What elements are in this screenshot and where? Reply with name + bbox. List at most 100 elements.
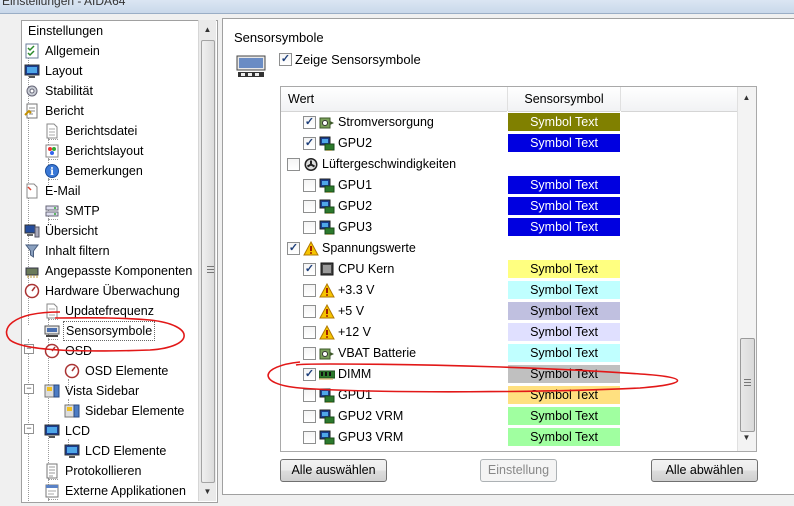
log-icon <box>44 463 60 479</box>
sensor-label: VBAT Batterie <box>338 346 417 360</box>
sensor-label: GPU3 <box>338 220 373 234</box>
tree-scroll-thumb[interactable] <box>201 40 215 483</box>
sensor-checkbox[interactable] <box>303 200 316 213</box>
warning-icon <box>319 324 335 340</box>
sensor-row[interactable]: GPU3 Symbol Text <box>281 217 737 238</box>
gpu-icon <box>319 409 335 424</box>
sensor-symbol-preview[interactable]: Symbol Text <box>508 344 620 362</box>
sensor-label: GPU3 VRM <box>338 430 404 444</box>
sensor-checkbox[interactable] <box>303 347 316 360</box>
sensor-symbol-preview[interactable]: Symbol Text <box>508 197 620 215</box>
sensor-row[interactable]: ✓ CPU Kern Symbol Text <box>281 259 737 280</box>
sensor-list-scroll-thumb[interactable] <box>740 338 755 432</box>
column-header-value[interactable]: Wert <box>281 87 507 112</box>
sensor-label: CPU Kern <box>338 262 395 276</box>
sensor-checkbox[interactable]: ✓ <box>303 116 316 129</box>
column-header-symbol[interactable]: Sensorsymbol <box>508 87 620 112</box>
sensor-label: Spannungswerte <box>322 241 416 255</box>
sensor-label: Stromversorgung <box>338 115 434 129</box>
vista-sidebar-collapse-toggle[interactable]: − <box>24 384 34 394</box>
gauge-icon <box>44 343 60 359</box>
scroll-up-icon[interactable]: ▲ <box>738 90 755 106</box>
palette-icon <box>44 143 60 159</box>
sensor-symbol-preview[interactable]: Symbol Text <box>508 428 620 446</box>
sensor-label: GPU2 <box>338 136 373 150</box>
sensor-symbol-preview[interactable]: Symbol Text <box>508 260 620 278</box>
sidebar-icon <box>64 403 80 419</box>
sensor-checkbox[interactable]: ✓ <box>303 368 316 381</box>
sensor-checkbox[interactable] <box>303 326 316 339</box>
sensor-row[interactable]: ✓ DIMM Symbol Text <box>281 364 737 385</box>
sensor-row[interactable]: Lüftergeschwindigkeiten <box>281 154 737 175</box>
sensor-symbol-preview[interactable]: Symbol Text <box>508 113 620 131</box>
app-icon <box>44 483 60 499</box>
computer-icon <box>24 223 40 239</box>
sensor-checkbox[interactable] <box>303 389 316 402</box>
sensor-symbol-preview[interactable]: Symbol Text <box>508 134 620 152</box>
document-icon <box>44 123 60 139</box>
sensor-label: GPU1 <box>338 388 373 402</box>
power-icon <box>319 115 335 130</box>
sensor-row[interactable]: +5 V Symbol Text <box>281 301 737 322</box>
window-title: Einstellungen - AIDA64 <box>2 0 126 8</box>
sensor-checkbox[interactable] <box>303 305 316 318</box>
sensor-row[interactable]: GPU1 Symbol Text <box>281 385 737 406</box>
deselect-all-button[interactable]: Alle abwählen <box>651 459 758 482</box>
document-icon <box>44 303 60 319</box>
sensor-row[interactable]: ✓ Spannungswerte <box>281 238 737 259</box>
show-sensor-icons-checkbox[interactable]: ✓ <box>279 53 292 66</box>
sensor-checkbox[interactable] <box>303 179 316 192</box>
sensor-symbol-preview[interactable]: Symbol Text <box>508 407 620 425</box>
sensor-checkbox[interactable] <box>303 410 316 423</box>
sensor-list-scrollbar[interactable]: ▲ ▼ <box>737 87 756 451</box>
sensor-row[interactable]: GPU3 VRM Symbol Text <box>281 427 737 448</box>
warning-icon <box>319 282 335 298</box>
sensor-symbol-preview[interactable]: Symbol Text <box>508 218 620 236</box>
sensor-symbol-preview[interactable]: Symbol Text <box>508 302 620 320</box>
show-sensor-icons-label: Zeige Sensorsymbole <box>295 52 421 67</box>
lcd-collapse-toggle[interactable]: − <box>24 424 34 434</box>
sensor-symbol-preview[interactable] <box>508 239 620 257</box>
gpu-icon <box>319 388 335 403</box>
sensor-symbol-preview[interactable] <box>508 155 620 173</box>
sensor-symbol-preview[interactable]: Symbol Text <box>508 365 620 383</box>
sensor-checkbox[interactable] <box>303 284 316 297</box>
sensor-row[interactable]: ✓ GPU2 Symbol Text <box>281 133 737 154</box>
sensor-checkbox[interactable] <box>303 221 316 234</box>
gear-icon <box>24 83 40 99</box>
sensor-row[interactable]: VBAT Batterie Symbol Text <box>281 343 737 364</box>
sensor-tray-icon <box>236 54 266 80</box>
sensor-row[interactable]: GPU2 VRM Symbol Text <box>281 406 737 427</box>
monitor-icon <box>24 63 40 79</box>
scroll-down-icon[interactable]: ▼ <box>199 484 216 500</box>
settings-button[interactable]: Einstellung <box>480 459 557 482</box>
memory-icon <box>318 367 336 382</box>
tree-scrollbar[interactable]: ▲ ▼ <box>198 20 216 501</box>
gpu-icon <box>319 199 335 214</box>
osd-collapse-toggle[interactable]: − <box>24 344 34 354</box>
sensor-symbol-preview[interactable]: Symbol Text <box>508 281 620 299</box>
settings-tree: Einstellungen Allgemein Layout Stabilitä… <box>21 20 218 503</box>
report-icon <box>24 103 40 119</box>
select-all-button[interactable]: Alle auswählen <box>280 459 387 482</box>
server-icon <box>44 203 60 219</box>
sensor-symbol-preview[interactable]: Symbol Text <box>508 323 620 341</box>
sensor-checkbox[interactable]: ✓ <box>303 263 316 276</box>
scroll-down-icon[interactable]: ▼ <box>738 430 755 446</box>
sensor-row[interactable]: GPU1 Symbol Text <box>281 175 737 196</box>
sensor-row[interactable]: +12 V Symbol Text <box>281 322 737 343</box>
sensor-row[interactable]: GPU2 Symbol Text <box>281 196 737 217</box>
column-header-empty <box>621 87 737 112</box>
sensor-row[interactable]: +3.3 V Symbol Text <box>281 280 737 301</box>
sensor-checkbox[interactable]: ✓ <box>303 137 316 150</box>
scroll-up-icon[interactable]: ▲ <box>199 22 216 38</box>
sensor-symbol-preview[interactable]: Symbol Text <box>508 176 620 194</box>
gauge-icon <box>24 283 40 299</box>
sensor-row[interactable]: ✓ Stromversorgung Symbol Text <box>281 112 737 133</box>
sensor-checkbox[interactable] <box>287 158 300 171</box>
sensor-checkbox[interactable] <box>303 431 316 444</box>
sensor-label: GPU2 <box>338 199 373 213</box>
sensor-symbol-preview[interactable]: Symbol Text <box>508 386 620 404</box>
filter-icon <box>24 243 40 259</box>
sensor-checkbox[interactable]: ✓ <box>287 242 300 255</box>
